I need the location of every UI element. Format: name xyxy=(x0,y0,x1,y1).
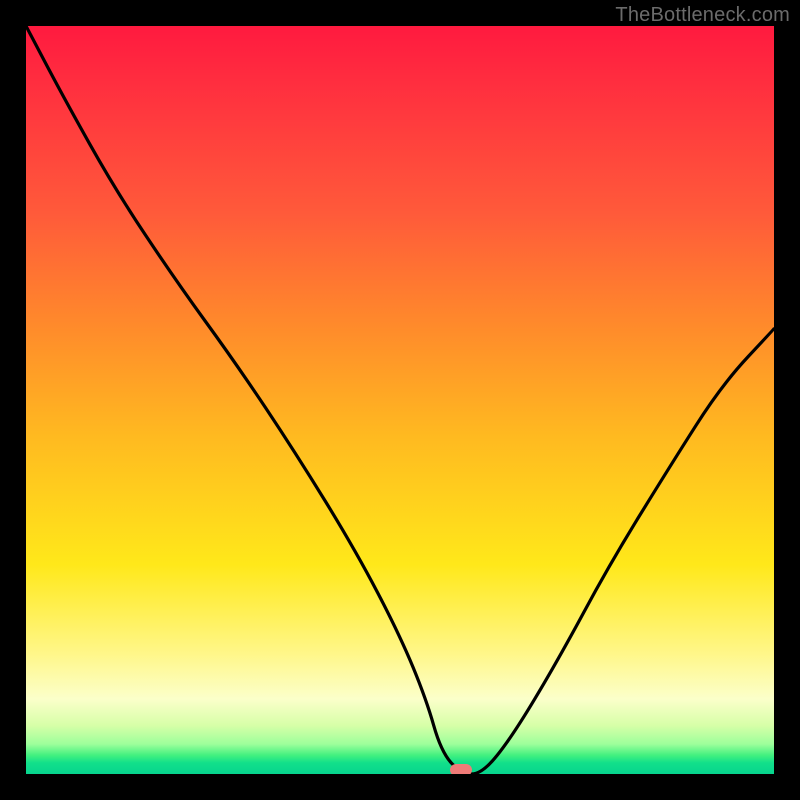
minimum-marker xyxy=(450,764,472,775)
bottleneck-curve xyxy=(26,26,774,774)
plot-area xyxy=(26,26,774,774)
chart-frame: TheBottleneck.com xyxy=(0,0,800,800)
watermark-text: TheBottleneck.com xyxy=(615,4,790,27)
